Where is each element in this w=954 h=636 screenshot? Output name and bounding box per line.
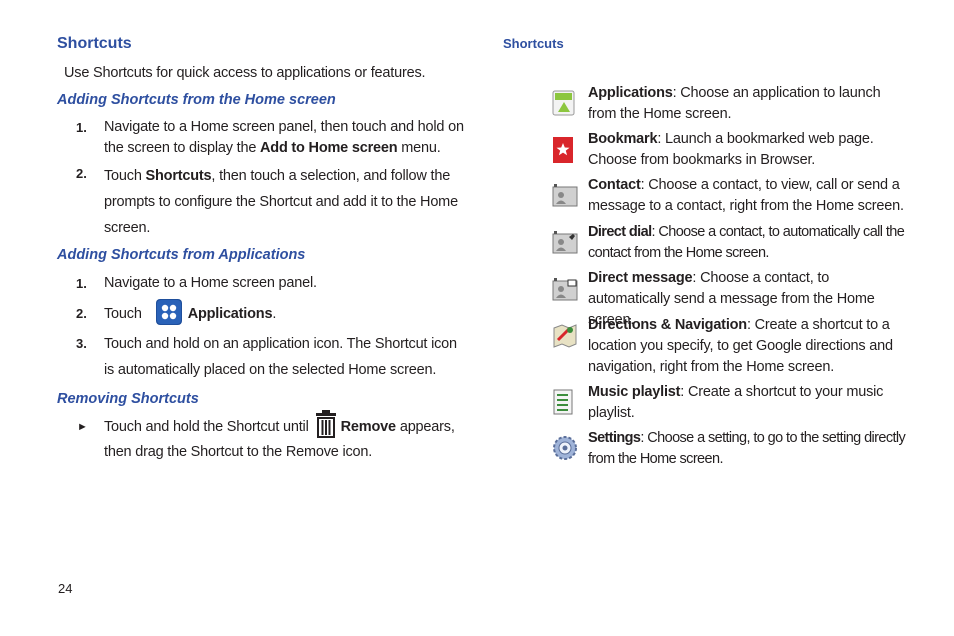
list-item: Music playlist: Create a shortcut to you… — [588, 384, 884, 421]
settings-icon — [552, 435, 577, 460]
intro-text: Use Shortcuts for quick access to applic… — [64, 65, 426, 81]
contact-icon — [552, 182, 578, 207]
step-number: 2. — [76, 306, 87, 321]
step-number: 1. — [76, 120, 87, 135]
heading-removing: Removing Shortcuts — [57, 391, 199, 407]
list-item: Contact: Choose a contact, to view, call… — [588, 177, 904, 214]
step-text: Touch Shortcuts, then touch a selection,… — [104, 168, 458, 236]
step-text: Navigate to a Home screen panel, then to… — [104, 119, 464, 156]
step-text: Touch and hold on an application icon. T… — [104, 336, 457, 378]
list-item: Settings: Choose a setting, to go to the… — [588, 430, 906, 467]
applications-icon — [155, 299, 182, 325]
list-item: Bookmark: Launch a bookmarked web page. … — [588, 131, 874, 168]
page-number: 24 — [58, 581, 73, 596]
step-text-continued: then drag the Shortcut to the Remove ico… — [104, 444, 373, 460]
trash-icon — [315, 410, 337, 438]
step-text: Navigate to a Home screen panel. — [104, 275, 317, 291]
bookmark-icon — [552, 136, 576, 163]
bullet-arrow: ► — [77, 421, 88, 433]
list-item: Directions & Navigation: Create a shortc… — [588, 317, 893, 375]
music-playlist-icon — [552, 389, 576, 415]
step-text: Touch and hold the Shortcut until Remove… — [104, 410, 466, 438]
sidebar-heading: Shortcuts — [503, 36, 564, 51]
heading-home-screen: Adding Shortcuts from the Home screen — [57, 92, 336, 108]
step-number: 2. — [76, 166, 87, 181]
list-item: Direct dial: Choose a contact, to automa… — [588, 224, 905, 261]
step-number: 3. — [76, 336, 87, 351]
direct-dial-icon — [552, 229, 578, 254]
step-number: 1. — [76, 276, 87, 291]
directions-navigation-icon — [552, 322, 577, 348]
applications-icon — [552, 90, 576, 116]
section-title: Shortcuts — [57, 35, 132, 52]
heading-from-applications: Adding Shortcuts from Applications — [57, 247, 306, 263]
direct-message-icon — [552, 276, 578, 301]
list-item: Applications: Choose an application to l… — [588, 85, 881, 122]
step-text: Touch Applications. — [104, 299, 466, 325]
manual-page: Shortcuts Use Shortcuts for quick access… — [0, 0, 954, 636]
